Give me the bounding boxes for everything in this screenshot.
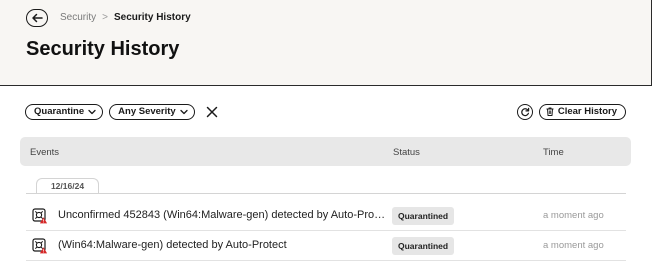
chevron-down-icon bbox=[88, 109, 96, 114]
event-time: a moment ago bbox=[543, 210, 604, 221]
page-header: Security > Security History Security His… bbox=[0, 0, 652, 86]
breadcrumb-security-link[interactable]: Security bbox=[60, 12, 96, 23]
breadcrumb-separator: > bbox=[102, 12, 108, 23]
threat-icon bbox=[32, 208, 48, 224]
close-icon bbox=[206, 106, 217, 117]
page-title: Security History bbox=[26, 38, 180, 60]
event-time: a moment ago bbox=[543, 240, 604, 251]
severity-filter-label: Any Severity bbox=[118, 106, 176, 117]
event-description: (Win64:Malware-gen) detected by Auto-Pro… bbox=[58, 239, 287, 251]
column-header-status[interactable]: Status bbox=[393, 147, 420, 158]
refresh-icon bbox=[521, 107, 530, 116]
clear-history-button[interactable]: Clear History bbox=[538, 103, 626, 120]
status-badge: Quarantined bbox=[392, 237, 455, 255]
breadcrumb-current: Security History bbox=[113, 12, 191, 23]
clear-history-label: Clear History bbox=[557, 106, 617, 117]
status-badge: Quarantined bbox=[392, 207, 455, 225]
table-header: Events Status Time bbox=[20, 137, 631, 166]
column-header-events[interactable]: Events bbox=[30, 147, 59, 158]
chevron-down-icon bbox=[180, 109, 188, 114]
table-row[interactable]: Unconfirmed 452843 (Win64:Malware-gen) d… bbox=[26, 201, 626, 231]
severity-filter-dropdown[interactable]: Any Severity bbox=[109, 103, 195, 120]
threat-icon bbox=[32, 238, 48, 254]
date-group-divider bbox=[26, 193, 626, 194]
date-group-label: 12/16/24 bbox=[36, 178, 99, 193]
event-description: Unconfirmed 452843 (Win64:Malware-gen) d… bbox=[58, 209, 388, 221]
back-button[interactable] bbox=[26, 9, 48, 27]
table-row[interactable]: (Win64:Malware-gen) detected by Auto-Pro… bbox=[26, 231, 626, 261]
trash-icon bbox=[546, 107, 554, 116]
clear-filters-button[interactable] bbox=[205, 105, 219, 119]
quarantine-filter-dropdown[interactable]: Quarantine bbox=[25, 103, 104, 120]
history-toolbar: Clear History bbox=[516, 103, 626, 120]
breadcrumb: Security > Security History bbox=[60, 12, 191, 23]
filter-bar: Quarantine Any Severity bbox=[25, 103, 219, 120]
quarantine-filter-label: Quarantine bbox=[34, 106, 85, 117]
refresh-button[interactable] bbox=[516, 103, 533, 120]
back-arrow-icon bbox=[32, 13, 43, 23]
column-header-time[interactable]: Time bbox=[543, 147, 564, 158]
